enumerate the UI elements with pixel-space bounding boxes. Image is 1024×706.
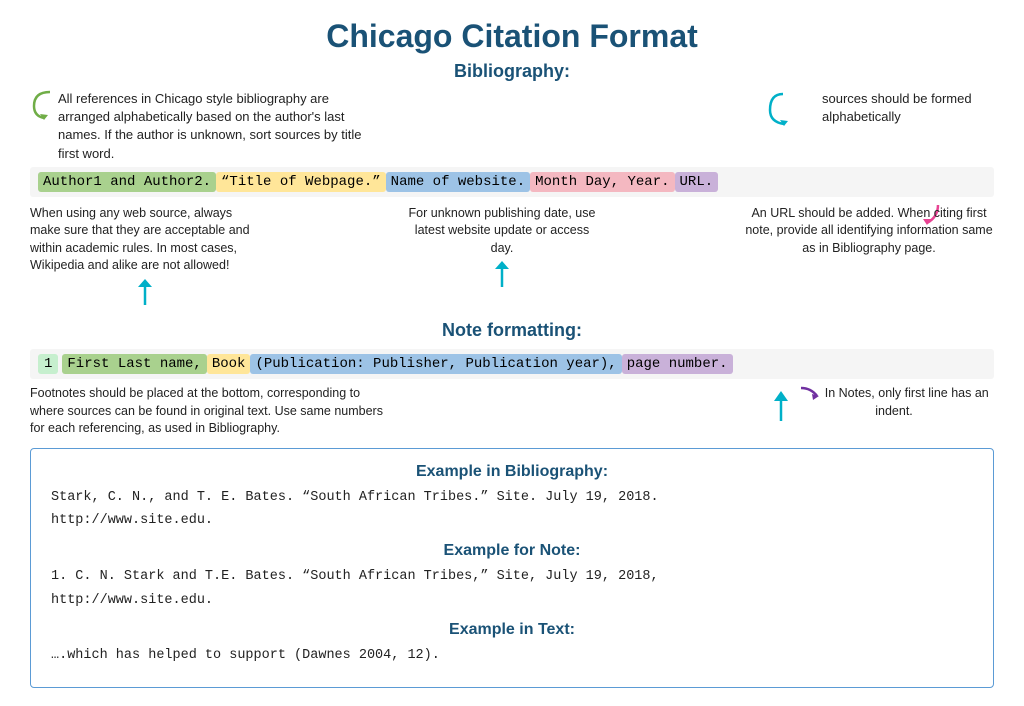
title-part: “Title of Webpage.” bbox=[216, 172, 386, 192]
cyan-up-arrow-3-icon bbox=[772, 389, 790, 421]
example-bib-block: Example in Bibliography: Stark, C. N., a… bbox=[51, 463, 973, 532]
example-text-title: Example in Text: bbox=[51, 621, 973, 639]
note-ann-left-text: Footnotes should be placed at the bottom… bbox=[30, 386, 383, 435]
example-note-block: Example for Note: 1. C. N. Stark and T.E… bbox=[51, 542, 973, 611]
example-bib-line1: Stark, C. N., and T. E. Bates. “South Af… bbox=[51, 487, 973, 509]
bibliography-heading: Bibliography: bbox=[30, 61, 994, 82]
example-note-title: Example for Note: bbox=[51, 542, 973, 560]
note-ann-right-area: In Notes, only first line has an indent. bbox=[772, 385, 994, 438]
note-citation-bar: 1 First Last name, Book (Publication: Pu… bbox=[30, 349, 994, 379]
note-heading: Note formatting: bbox=[30, 320, 994, 341]
example-bib-title: Example in Bibliography: bbox=[51, 463, 973, 481]
bib-left-note: All references in Chicago style bibliogr… bbox=[30, 90, 370, 163]
example-bib-line2: http://www.site.edu. bbox=[51, 510, 973, 532]
note-book-part: Book bbox=[207, 354, 251, 374]
note-pub-part: (Publication: Publisher, Publication yea… bbox=[250, 354, 621, 374]
bib-notes-row: All references in Chicago style bibliogr… bbox=[30, 90, 994, 163]
example-text-line1: ….which has helped to support (Dawnes 20… bbox=[51, 645, 973, 667]
note-annotations-row: Footnotes should be placed at the bottom… bbox=[30, 385, 994, 438]
purple-arrow-icon bbox=[799, 386, 819, 402]
note-ann-left: Footnotes should be placed at the bottom… bbox=[30, 385, 390, 438]
green-curved-arrow-icon bbox=[30, 90, 56, 120]
cyan-arrow-right-icon bbox=[768, 92, 798, 128]
bib-ann3-text: An URL should be added. When citing firs… bbox=[745, 206, 992, 255]
bib-right-note-text: sources should be formed alphabetically bbox=[804, 90, 994, 126]
date-part: Month Day, Year. bbox=[530, 172, 674, 192]
note-page-part: page number. bbox=[622, 354, 733, 374]
cyan-up-arrow-2-icon bbox=[493, 259, 511, 287]
note-number: 1 bbox=[38, 354, 58, 374]
example-box: Example in Bibliography: Stark, C. N., a… bbox=[30, 448, 994, 688]
bib-annotations-row: When using any web source, always make s… bbox=[30, 205, 994, 311]
bib-right-note-area: sources should be formed alphabetically bbox=[768, 90, 994, 128]
author-part: Author1 and Author2. bbox=[38, 172, 216, 192]
note-ann-right-text: In Notes, only first line has an indent. bbox=[794, 385, 994, 420]
bib-ann1: When using any web source, always make s… bbox=[30, 205, 260, 311]
bibliography-citation-bar: Author1 and Author2. “Title of Webpage.”… bbox=[30, 167, 994, 197]
bib-ann2-text: For unknown publishing date, use latest … bbox=[409, 206, 596, 255]
example-note-line2: http://www.site.edu. bbox=[51, 590, 973, 612]
note-author-part: First Last name, bbox=[62, 354, 206, 374]
website-part: Name of website. bbox=[386, 172, 530, 192]
page: { "title": "Chicago Citation Format", "b… bbox=[0, 0, 1024, 706]
example-note-line1: 1. C. N. Stark and T.E. Bates. “South Af… bbox=[51, 566, 973, 588]
main-title: Chicago Citation Format bbox=[30, 18, 994, 55]
bib-ann1-text: When using any web source, always make s… bbox=[30, 206, 250, 273]
bib-ann2: For unknown publishing date, use latest … bbox=[402, 205, 602, 311]
bib-ann3: An URL should be added. When citing firs… bbox=[744, 205, 994, 311]
bib-left-note-text: All references in Chicago style bibliogr… bbox=[58, 91, 361, 161]
note-ann-right-label: In Notes, only first line has an indent. bbox=[825, 386, 989, 418]
url-part: URL. bbox=[675, 172, 719, 192]
cyan-up-arrow-1-icon bbox=[136, 277, 154, 305]
example-text-block: Example in Text: ….which has helped to s… bbox=[51, 621, 973, 667]
